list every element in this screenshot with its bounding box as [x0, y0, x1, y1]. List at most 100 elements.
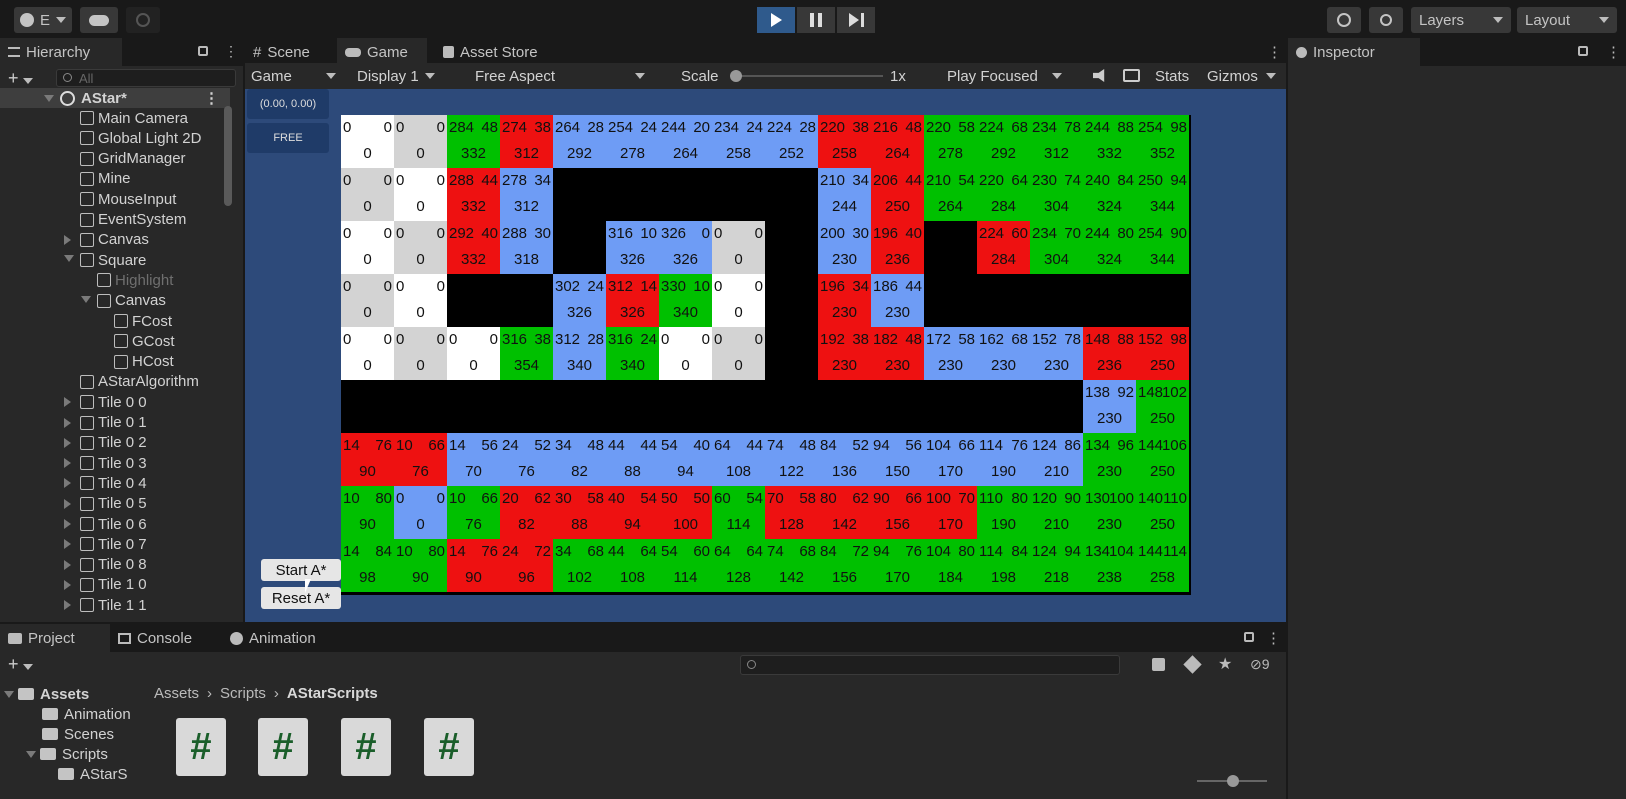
- pause-button[interactable]: [797, 7, 835, 33]
- grid-tile[interactable]: 130 100 230: [1083, 486, 1136, 539]
- grid-tile[interactable]: 224 28 252: [765, 115, 818, 168]
- lock-icon[interactable]: [198, 46, 208, 56]
- grid-tile[interactable]: [659, 380, 712, 433]
- hierarchy-item[interactable]: Square: [64, 250, 146, 270]
- grid-tile[interactable]: 134 104 238: [1083, 539, 1136, 592]
- hierarchy-item[interactable]: FCost: [114, 311, 172, 331]
- grid-tile[interactable]: 94 56 150: [871, 433, 924, 486]
- grid-tile[interactable]: 60 54 114: [712, 486, 765, 539]
- expand-arrow-icon[interactable]: [64, 234, 71, 245]
- grid-tile[interactable]: 278 34 312: [500, 168, 553, 221]
- grid-tile[interactable]: [871, 380, 924, 433]
- grid-tile[interactable]: 312 28 340: [553, 327, 606, 380]
- grid-tile[interactable]: 220 64 284: [977, 168, 1030, 221]
- grid-tile[interactable]: 10 66 76: [447, 486, 500, 539]
- hierarchy-item[interactable]: Tile 0 5: [64, 494, 147, 514]
- grid-tile[interactable]: [447, 274, 500, 327]
- reset-astar-button[interactable]: Reset A*: [261, 587, 341, 609]
- grid-tile[interactable]: [712, 168, 765, 221]
- grid-tile[interactable]: [765, 221, 818, 274]
- expand-arrow-icon[interactable]: [64, 458, 71, 469]
- grid-tile[interactable]: 234 70 304: [1030, 221, 1083, 274]
- expand-arrow-icon[interactable]: [64, 255, 74, 263]
- hierarchy-item[interactable]: Canvas: [81, 291, 166, 311]
- grid-tile[interactable]: [341, 380, 394, 433]
- grid-tile[interactable]: 140 110 250: [1136, 486, 1189, 539]
- grid-tile[interactable]: [924, 221, 977, 274]
- search-by-type-icon[interactable]: [1152, 658, 1165, 671]
- hierarchy-search[interactable]: All: [56, 69, 236, 87]
- hierarchy-item[interactable]: Mine: [80, 169, 131, 189]
- scene-row[interactable]: AStar* ⋮: [0, 88, 230, 108]
- grid-tile[interactable]: 124 86 210: [1030, 433, 1083, 486]
- hierarchy-item[interactable]: EventSystem: [80, 210, 186, 230]
- grid-tile[interactable]: [1030, 274, 1083, 327]
- grid-tile[interactable]: 316 38 354: [500, 327, 553, 380]
- collab-button[interactable]: [126, 7, 160, 33]
- gizmos-dropdown[interactable]: Gizmos: [1207, 63, 1276, 89]
- grid-tile[interactable]: 000: [341, 221, 394, 274]
- tab-asset-store[interactable]: Asset Store: [435, 38, 565, 66]
- tab-project[interactable]: Project: [0, 624, 110, 652]
- grid-tile[interactable]: 254 24 278: [606, 115, 659, 168]
- grid-tile[interactable]: [765, 327, 818, 380]
- grid-tile[interactable]: 84 52 136: [818, 433, 871, 486]
- grid-tile[interactable]: [818, 380, 871, 433]
- grid-tile[interactable]: 100 70 170: [924, 486, 977, 539]
- grid-tile[interactable]: 104 80 184: [924, 539, 977, 592]
- grid-tile[interactable]: 316 10 326: [606, 221, 659, 274]
- grid-tile[interactable]: 000: [447, 327, 500, 380]
- grid-tile[interactable]: 316 24 340: [606, 327, 659, 380]
- grid-tile[interactable]: 74 48 122: [765, 433, 818, 486]
- grid-tile[interactable]: [394, 380, 447, 433]
- grid-tile[interactable]: 24 52 76: [500, 433, 553, 486]
- hierarchy-item[interactable]: Tile 1 0: [64, 575, 147, 595]
- grid-tile[interactable]: 152 78 230: [1030, 327, 1083, 380]
- grid-tile[interactable]: 200 30 230: [818, 221, 871, 274]
- grid-tile[interactable]: 114 76 190: [977, 433, 1030, 486]
- grid-tile[interactable]: 14 76 90: [447, 539, 500, 592]
- grid-tile[interactable]: 234 78 312: [1030, 115, 1083, 168]
- grid-tile[interactable]: 000: [341, 115, 394, 168]
- expand-arrow-icon[interactable]: [44, 95, 54, 102]
- scale-slider[interactable]: [730, 70, 883, 82]
- expand-arrow-icon[interactable]: [64, 437, 71, 448]
- grid-tile[interactable]: 254 98 352: [1136, 115, 1189, 168]
- grid-tile[interactable]: 110 80 190: [977, 486, 1030, 539]
- grid-tile[interactable]: 000: [394, 115, 447, 168]
- scale-slider-handle[interactable]: [730, 70, 742, 82]
- grid-tile[interactable]: 70 58 128: [765, 486, 818, 539]
- grid-tile[interactable]: 264 28 292: [553, 115, 606, 168]
- hierarchy-item[interactable]: Tile 0 0: [64, 392, 147, 412]
- grid-tile[interactable]: 30 58 88: [553, 486, 606, 539]
- layers-dropdown[interactable]: Layers: [1411, 7, 1511, 33]
- grid-tile[interactable]: 224 68 292: [977, 115, 1030, 168]
- more-options-icon[interactable]: ⋮: [224, 43, 238, 60]
- start-astar-button[interactable]: Start A*: [261, 559, 341, 581]
- expand-arrow-icon[interactable]: [64, 600, 71, 611]
- layout-dropdown[interactable]: Layout: [1517, 7, 1617, 33]
- expand-arrow-icon[interactable]: [64, 579, 71, 590]
- grid-tile[interactable]: 244 88 332: [1083, 115, 1136, 168]
- play-button[interactable]: [757, 7, 795, 33]
- grid-tile[interactable]: 284 48 332: [447, 115, 500, 168]
- grid-tile[interactable]: 64 64 128: [712, 539, 765, 592]
- grid-tile[interactable]: [977, 274, 1030, 327]
- grid-tile[interactable]: 312 14 326: [606, 274, 659, 327]
- grid-tile[interactable]: 124 94 218: [1030, 539, 1083, 592]
- grid-tile[interactable]: 162 68 230: [977, 327, 1030, 380]
- grid-tile[interactable]: 80 62 142: [818, 486, 871, 539]
- grid-tile[interactable]: 292 40 332: [447, 221, 500, 274]
- grid-tile[interactable]: [553, 168, 606, 221]
- grid-tile[interactable]: [1136, 274, 1189, 327]
- more-options-icon[interactable]: ⋮: [1606, 43, 1621, 61]
- grid-tile[interactable]: [765, 168, 818, 221]
- grid-tile[interactable]: [659, 168, 712, 221]
- expand-arrow-icon[interactable]: [64, 559, 71, 570]
- tree-scripts[interactable]: Scripts: [26, 744, 108, 764]
- grid-tile[interactable]: 250 94 344: [1136, 168, 1189, 221]
- grid-tile[interactable]: 244 20 264: [659, 115, 712, 168]
- grid-tile[interactable]: 288 30 318: [500, 221, 553, 274]
- grid-tile[interactable]: 144 114 258: [1136, 539, 1189, 592]
- grid-tile[interactable]: 234 24 258: [712, 115, 765, 168]
